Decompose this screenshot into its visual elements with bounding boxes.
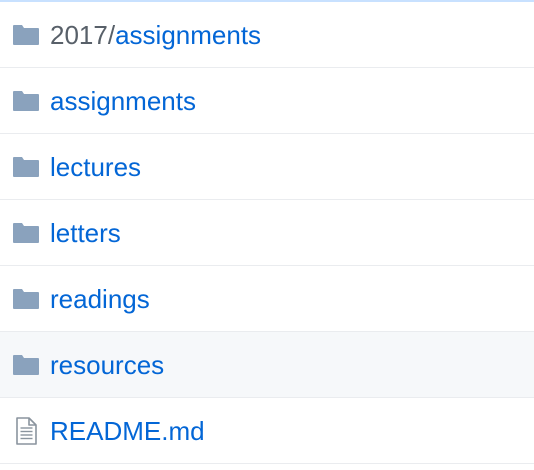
file-name: readings [50, 284, 150, 314]
file-link[interactable]: resources [50, 350, 164, 380]
file-name: assignments [50, 86, 196, 116]
file-row-lectures[interactable]: lectures [0, 134, 534, 200]
file-name: 2017/assignments [50, 20, 261, 50]
file-text-icon [12, 416, 40, 445]
file-link[interactable]: lectures [50, 152, 141, 182]
file-row-resources[interactable]: resources [0, 332, 534, 398]
folder-icon [12, 155, 40, 179]
file-link[interactable]: letters [50, 218, 121, 248]
folder-icon [12, 89, 40, 113]
file-link[interactable]: readings [50, 284, 150, 314]
file-list: 2017/assignments assignments lectures le… [0, 0, 534, 470]
path-prefix[interactable]: 2017/ [50, 20, 115, 50]
file-name: resources [50, 350, 164, 380]
file-link[interactable]: assignments [50, 86, 196, 116]
file-row-readings[interactable]: readings [0, 266, 534, 332]
folder-icon [12, 353, 40, 377]
folder-icon [12, 287, 40, 311]
file-row-letters[interactable]: letters [0, 200, 534, 266]
file-row-2017-assignments[interactable]: 2017/assignments [0, 2, 534, 68]
file-name: README.md [50, 416, 205, 446]
file-row-readme[interactable]: README.md [0, 398, 534, 464]
folder-icon [12, 221, 40, 245]
file-name: lectures [50, 152, 141, 182]
file-name: letters [50, 218, 121, 248]
file-link[interactable]: README.md [50, 416, 205, 446]
file-row-assignments[interactable]: assignments [0, 68, 534, 134]
folder-icon [12, 23, 40, 47]
file-link[interactable]: assignments [115, 20, 261, 50]
